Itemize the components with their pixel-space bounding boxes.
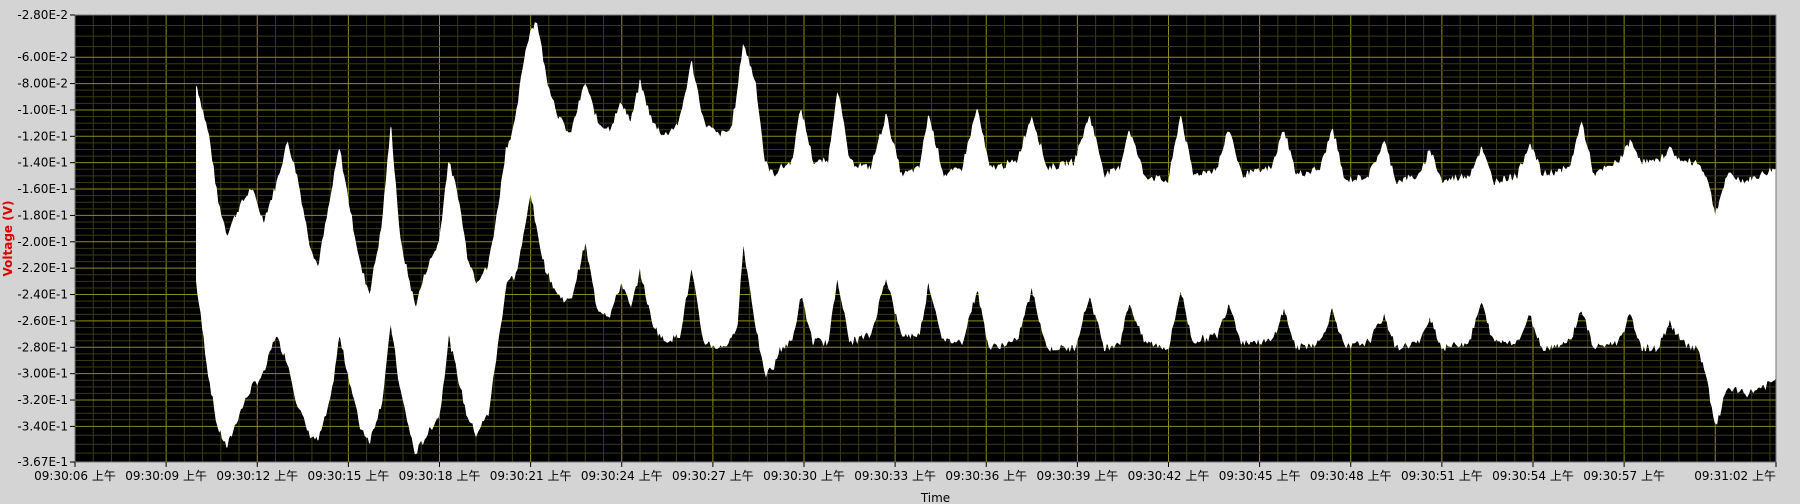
y-tick-label: -2.80E-2 — [17, 8, 68, 22]
y-axis-ticks: -2.80E-2 -6.00E-2 -8.00E-2 -1.00E-1 -1.20E-1… — [17, 8, 75, 469]
x-tick-label: 09:30:21 上午 — [490, 469, 572, 483]
y-tick-label: -1.60E-1 — [17, 182, 68, 196]
x-tick-label: 09:30:06 上午 — [34, 469, 116, 483]
y-tick-label: -8.00E-2 — [17, 77, 68, 91]
y-axis-title: Voltage (V) — [1, 201, 15, 277]
chart-svg: -2.80E-2 -6.00E-2 -8.00E-2 -1.00E-1 -1.20E-1… — [1, 8, 1777, 504]
x-tick-label: 09:30:51 上午 — [1401, 469, 1483, 483]
x-axis-title: Time — [920, 491, 950, 504]
x-tick-label: 09:30:33 上午 — [854, 469, 936, 483]
x-tick-label: 09:30:15 上午 — [308, 469, 390, 483]
y-tick-label: -1.40E-1 — [17, 156, 68, 170]
y-tick-label: -3.67E-1 — [17, 455, 68, 469]
y-tick-label: -2.00E-1 — [17, 235, 68, 249]
y-tick-label: -6.00E-2 — [17, 50, 68, 64]
x-tick-label: 09:30:12 上午 — [216, 469, 298, 483]
y-tick-label: -3.00E-1 — [17, 367, 68, 381]
x-tick-label: 09:30:57 上午 — [1583, 469, 1665, 483]
y-tick-label: -1.00E-1 — [17, 103, 68, 117]
y-tick-label: -2.80E-1 — [17, 340, 68, 354]
y-tick-label: -3.40E-1 — [17, 419, 68, 433]
x-tick-label: 09:30:09 上午 — [125, 469, 207, 483]
waveform-chart: -2.80E-2 -6.00E-2 -8.00E-2 -1.00E-1 -1.20E-1… — [0, 0, 1800, 504]
x-tick-label: 09:31:02 上午 — [1694, 469, 1776, 483]
x-tick-label: 09:30:18 上午 — [399, 469, 481, 483]
x-axis-ticks: 09:30:06 上午 09:30:09 上午 09:30:12 上午 09:30:1… — [34, 462, 1777, 483]
x-tick-label: 09:30:54 上午 — [1492, 469, 1574, 483]
y-tick-label: -2.40E-1 — [17, 288, 68, 302]
y-tick-label: -2.20E-1 — [17, 261, 68, 275]
x-tick-label: 09:30:30 上午 — [763, 469, 845, 483]
y-tick-label: -1.20E-1 — [17, 129, 68, 143]
y-tick-label: -2.60E-1 — [17, 314, 68, 328]
x-tick-label: 09:30:36 上午 — [945, 469, 1027, 483]
y-tick-label: -1.80E-1 — [17, 208, 68, 222]
x-tick-label: 09:30:39 上午 — [1037, 469, 1119, 483]
x-tick-label: 09:30:48 上午 — [1310, 469, 1392, 483]
x-tick-label: 09:30:24 上午 — [581, 469, 663, 483]
y-tick-label: -3.20E-1 — [17, 393, 68, 407]
x-tick-label: 09:30:27 上午 — [672, 469, 754, 483]
x-tick-label: 09:30:42 上午 — [1128, 469, 1210, 483]
x-tick-label: 09:30:45 上午 — [1219, 469, 1301, 483]
